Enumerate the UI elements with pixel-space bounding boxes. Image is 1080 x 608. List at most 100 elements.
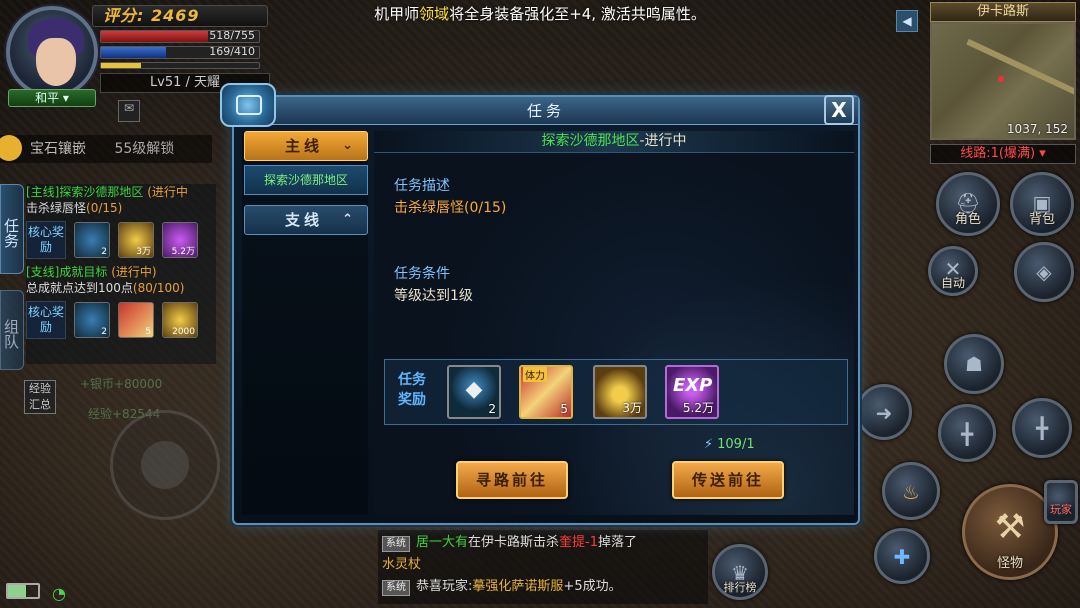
- dialog-title: 任务: [526, 102, 565, 120]
- skill-button-3[interactable]: ➜: [856, 384, 912, 440]
- mail-icon[interactable]: ✉: [118, 100, 140, 122]
- role-button[interactable]: ⛑ 角色: [936, 172, 1000, 236]
- tab-tracker-task[interactable]: 任务: [0, 184, 24, 274]
- empty-skill-icon-2: ╋: [1035, 416, 1049, 441]
- skill-button-5[interactable]: ╋: [1012, 398, 1072, 458]
- fire-skill-icon: ♨: [902, 479, 920, 504]
- reward-label: 任务奖励: [398, 372, 426, 408]
- potion-button[interactable]: ✚: [874, 528, 930, 584]
- plus-icon: ✚: [893, 545, 911, 569]
- exp-icon[interactable]: 5.2万: [162, 222, 198, 258]
- gift-pack-icon[interactable]: 5: [118, 302, 154, 338]
- diamond-skill-icon: ◈: [1036, 260, 1052, 285]
- quest-list-item[interactable]: 探索沙德那地区: [244, 165, 368, 195]
- gift-pack-icon[interactable]: 体力 5: [519, 365, 573, 419]
- gold-coins-icon[interactable]: 2000: [162, 302, 198, 338]
- teleport-energy: ⚡ 109/1: [704, 437, 755, 452]
- battery-icon: [6, 583, 40, 599]
- skill-button-6[interactable]: ♨: [882, 462, 940, 520]
- desc-text: 击杀绿唇怪(0/15): [394, 200, 507, 216]
- exp-text: EXP: [673, 375, 713, 396]
- quest-category-sidebar: 主线 ⌄ 探索沙德那地区 支线 ⌃: [242, 131, 368, 515]
- quest-title: 探索沙德那地区-进行中: [374, 131, 854, 153]
- chat-line: 系统 恭喜玩家:摹强化萨诺斯服+5成功。: [382, 576, 704, 598]
- chevron-down-icon: ⌄: [342, 138, 357, 153]
- monster-label: 怪物: [996, 556, 1023, 571]
- pathfind-button[interactable]: 寻路前往: [456, 461, 568, 499]
- portrait-face: [36, 38, 76, 86]
- stamina-tag: 体力: [523, 367, 547, 382]
- ranking-button[interactable]: ♛ 排行榜: [712, 544, 768, 600]
- arrow-skill-icon: ➜: [875, 401, 893, 425]
- system-announcement: 机甲师领域将全身装备强化至+4, 激活共鸣属性。: [374, 5, 706, 23]
- reward-count: 3万: [622, 401, 642, 415]
- system-chat[interactable]: 系统 居一大有在伊卡路斯击杀奎提-1掉落了 水灵杖 系统 恭喜玩家:摹强化萨诺斯服+…: [378, 530, 708, 604]
- skill-button-4[interactable]: ╋: [938, 404, 996, 462]
- map-name: 伊卡路斯: [930, 2, 1076, 22]
- gem-inlay-hint[interactable]: 宝石镶嵌 55级解锁: [0, 135, 212, 163]
- system-tag: 系统: [382, 580, 410, 596]
- lightning-icon: ⚡: [704, 437, 714, 452]
- quest-emblem-icon: [220, 83, 276, 127]
- gem-pack-icon[interactable]: ◆ 2: [447, 365, 501, 419]
- exp-icon[interactable]: EXP 5.2万: [665, 365, 719, 419]
- auto-label: 自动: [940, 276, 965, 290]
- gem-pack-icon[interactable]: 2: [74, 302, 110, 338]
- battery-level: [8, 585, 26, 597]
- tracker-main-goal: 击杀绿唇怪(0/15): [26, 201, 123, 215]
- gem-unlock-level: 55级解锁: [114, 141, 175, 157]
- mp-bar: 169/410: [100, 45, 260, 59]
- auto-battle-button[interactable]: ✕ 自动: [928, 246, 978, 296]
- pk-mode-button[interactable]: 和平 ▾: [8, 89, 96, 107]
- chat-line-cont: 水灵杖: [382, 557, 422, 572]
- skill-button-2[interactable]: ☗: [944, 334, 1004, 394]
- body-skill-icon: ☗: [965, 352, 983, 377]
- desc-heading: 任务描述: [394, 178, 450, 194]
- gold-coins-icon[interactable]: 3万: [118, 222, 154, 258]
- player-portrait[interactable]: [6, 6, 98, 98]
- server-line-select[interactable]: 线路:1(爆满) ▾: [930, 144, 1076, 164]
- reward-panel: 任务奖励 ◆ 2 体力 5 3万 EXP 5.2万: [384, 359, 848, 425]
- collapse-arrow-icon[interactable]: ◀: [896, 10, 918, 32]
- gem-pack-icon[interactable]: 2: [74, 222, 110, 258]
- wifi-icon: ◔: [52, 584, 66, 603]
- virtual-joystick[interactable]: [110, 410, 220, 520]
- reward-count: 5.2万: [682, 401, 714, 415]
- ranking-label: 排行榜: [723, 581, 757, 594]
- tab-side-quest[interactable]: 支线 ⌃: [244, 205, 368, 235]
- dialog-header: 任务: [234, 97, 858, 125]
- chat-line: 系统 居一大有在伊卡路斯击杀奎提-1掉落了: [382, 532, 704, 554]
- check-icon: [0, 135, 22, 161]
- core-reward-label-2: 核心奖励: [26, 301, 66, 339]
- bag-button[interactable]: ▣ 背包: [1010, 172, 1074, 236]
- quest-tracker[interactable]: [主线]探索沙德那地区 (进行中 击杀绿唇怪(0/15) 核心奖励 2 3万 5…: [26, 184, 216, 364]
- gold-coins-icon[interactable]: 3万: [593, 365, 647, 419]
- exp-summary-button[interactable]: 经验汇总: [24, 380, 56, 414]
- gem-inlay-label: 宝石镶嵌: [30, 141, 86, 157]
- faint-silver-gain: +银币+80000: [80, 377, 163, 391]
- tab-tracker-team[interactable]: 组队: [0, 290, 24, 370]
- quest-detail-panel: 探索沙德那地区-进行中 任务描述 击杀绿唇怪(0/15) 任务条件 等级达到1级…: [374, 131, 854, 515]
- combat-score: 评分: 2469: [92, 5, 268, 27]
- minimap-road: [966, 38, 1074, 96]
- gem-glyph: ◆: [465, 377, 483, 402]
- close-button[interactable]: X: [824, 95, 854, 125]
- tab-main-label: 主线: [285, 137, 324, 155]
- reward-count: 5: [560, 402, 568, 416]
- skill-button-1[interactable]: ◈: [1014, 242, 1074, 302]
- system-tag: 系统: [382, 536, 410, 552]
- joystick-knob[interactable]: [141, 441, 189, 489]
- tracker-side-line[interactable]: [支线]成就目标 (进行中): [26, 264, 216, 280]
- tab-main-quest[interactable]: 主线 ⌄: [244, 131, 368, 161]
- hp-text: 518/755: [209, 29, 255, 42]
- exp-bar: [100, 62, 260, 69]
- tracker-main-line[interactable]: [主线]探索沙德那地区 (进行中: [26, 184, 216, 200]
- core-reward-label: 核心奖励: [26, 221, 66, 259]
- minimap[interactable]: 1037, 152: [930, 22, 1076, 140]
- teleport-button[interactable]: 传送前往: [672, 461, 784, 499]
- exp-fill: [101, 63, 141, 68]
- player-target-label: 玩家: [1050, 503, 1072, 516]
- player-target-button[interactable]: 玩家: [1044, 480, 1078, 524]
- tracker-side-rewards: 核心奖励 2 5 2000: [26, 300, 216, 340]
- energy-value: 109/1: [717, 437, 755, 452]
